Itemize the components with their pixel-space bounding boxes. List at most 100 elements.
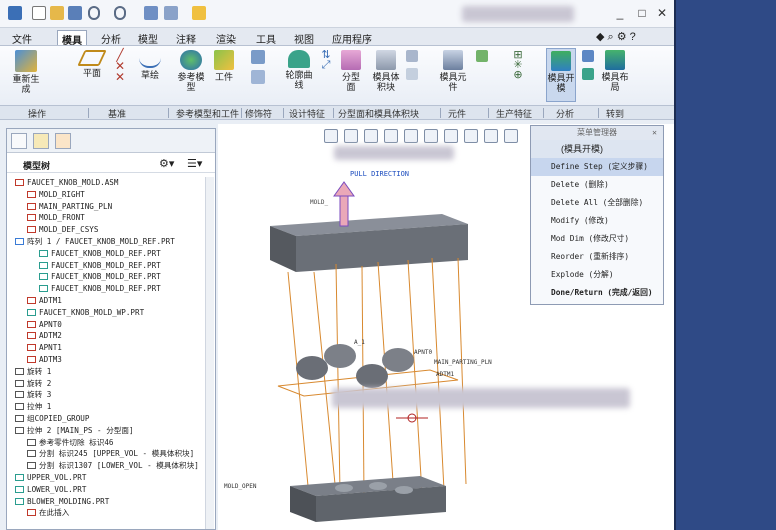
menu-item[interactable]: Explode (分解) (531, 266, 663, 284)
production-feature-tools[interactable]: ⊞ ✳ ⊕ (508, 50, 528, 81)
group-operations[interactable]: 操作 (28, 107, 46, 120)
menu-item[interactable]: Mod Dim (修改尺寸) (531, 230, 663, 248)
tab-applications[interactable]: 应用程序 (328, 30, 376, 46)
group-analysis[interactable]: 分析 (556, 107, 574, 120)
close-window-icon[interactable] (192, 6, 206, 20)
plane-button[interactable]: 平面 (77, 50, 107, 78)
analysis-tools[interactable] (580, 50, 596, 82)
menu-item[interactable]: Define Step (定义步骤) (531, 158, 663, 176)
maximize-icon[interactable]: □ (634, 6, 650, 20)
group-datum[interactable]: 基准 (108, 107, 126, 120)
axis-tools[interactable]: ╱ ✕ ✕ (112, 49, 128, 83)
tree-item-label: FAUCET_KNOB_MOLD_REF.PRT (51, 272, 161, 282)
tree-item-label: ADTM2 (39, 331, 62, 341)
tree-item[interactable]: 参考零件切除 标识46 (7, 437, 207, 449)
tree-item[interactable]: ADTM3 (7, 354, 207, 366)
redo-icon[interactable] (114, 6, 126, 20)
workpiece-button[interactable]: 工件 (210, 50, 238, 82)
tree-item-label: MOLD_FRONT (39, 213, 85, 223)
open-folder-icon[interactable] (50, 6, 64, 20)
tree-item[interactable]: UPPER_VOL.PRT (7, 472, 207, 484)
tree-item[interactable]: MOLD_RIGHT (7, 189, 207, 201)
tree-item[interactable]: 在此插入 (7, 507, 207, 519)
tree-item[interactable]: LOWER_VOL.PRT (7, 484, 207, 496)
tree-item[interactable]: 分割 标识245 [UPPER_VOL - 模具体积块] (7, 448, 207, 460)
tree-item[interactable]: FAUCET_KNOB_MOLD_REF.PRT (7, 248, 207, 260)
tree-item-icon (15, 497, 24, 505)
minimize-icon[interactable]: _ (612, 6, 628, 20)
tree-item[interactable]: 分割 标识1307 [LOWER_VOL - 模具体积块] (7, 460, 207, 472)
menu-item[interactable]: Modify (修改) (531, 212, 663, 230)
tree-item[interactable]: MOLD_DEF_CSYS (7, 224, 207, 236)
tree-item[interactable]: ADTM1 (7, 295, 207, 307)
tree-item[interactable]: FAUCET_KNOB_MOLD.ASM (7, 177, 207, 189)
group-components[interactable]: 元件 (448, 107, 466, 120)
undo-icon[interactable] (88, 6, 100, 20)
tree-item[interactable]: FAUCET_KNOB_MOLD_REF.PRT (7, 271, 207, 283)
tab-favorites[interactable] (55, 133, 71, 149)
tree-item[interactable]: APNT1 (7, 342, 207, 354)
parting-surface-button[interactable]: 分型面 (338, 50, 364, 92)
tree-item[interactable]: 旋转 1 (7, 366, 207, 378)
modifier-tools[interactable] (248, 50, 268, 86)
silhouette-curve-button[interactable]: 轮廓曲线 (284, 50, 314, 90)
tree-item[interactable]: FAUCET_KNOB_MOLD_REF.PRT (7, 283, 207, 295)
save-icon[interactable] (68, 6, 82, 20)
tree-item[interactable]: 组COPIED_GROUP (7, 413, 207, 425)
mold-component-button[interactable]: 模具元件 (436, 50, 470, 92)
tab-folder-browser[interactable] (33, 133, 49, 149)
tree-item[interactable]: 拉伸 2 [MAIN_PS - 分型面] (7, 425, 207, 437)
tree-item-label: FAUCET_KNOB_MOLD_REF.PRT (51, 260, 161, 270)
tree-item[interactable]: 拉伸 1 (7, 401, 207, 413)
title-bar: _ □ ✕ (0, 0, 674, 28)
tree-item-label: 组COPIED_GROUP (27, 413, 90, 423)
close-icon[interactable]: ✕ (654, 6, 670, 20)
tree-item[interactable]: MAIN_PARTING_PLN (7, 201, 207, 213)
tab-model[interactable]: 模型 (134, 30, 162, 46)
tree-item[interactable]: 旋转 2 (7, 378, 207, 390)
mold-layout-button[interactable]: 模具布局 (600, 50, 630, 92)
tab-model-tree[interactable] (11, 133, 27, 149)
tab-tools[interactable]: 工具 (252, 30, 280, 46)
sketch-button[interactable]: 草绘 (136, 50, 164, 80)
tree-item[interactable]: MOLD_FRONT (7, 212, 207, 224)
group-production[interactable]: 生产特征 (496, 107, 532, 120)
component-tools[interactable] (474, 50, 490, 64)
tree-item[interactable]: FAUCET_KNOB_MOLD_REF.PRT (7, 260, 207, 272)
tree-item[interactable]: 阵列 1 / FAUCET_KNOB_MOLD_REF.PRT (7, 236, 207, 248)
regenerate-button[interactable]: 重新生成 (10, 50, 42, 94)
menu-item[interactable]: Done/Return (完成/返回) (531, 284, 663, 302)
help-icons[interactable]: ◆ ⌕ ⚙ ? (596, 30, 636, 44)
tree-item-icon (27, 509, 36, 517)
tree-show-icon[interactable]: ☰▾ (187, 157, 202, 170)
menu-close-icon[interactable]: ✕ (652, 126, 657, 140)
regenerate-icon[interactable] (144, 6, 158, 20)
tree-item-icon (27, 355, 36, 363)
tab-file[interactable]: 文件 (8, 30, 36, 46)
tree-item[interactable]: APNT0 (7, 319, 207, 331)
group-design-features: 设计特征 (289, 109, 326, 119)
menu-item[interactable]: Delete All (全部删除) (531, 194, 663, 212)
tab-mold[interactable]: 模具 (57, 30, 87, 47)
tree-scrollbar[interactable] (205, 177, 214, 529)
volume-tools[interactable] (404, 50, 420, 82)
new-file-icon[interactable] (32, 6, 46, 20)
mold-volume-button[interactable]: 模具体积块 (370, 50, 402, 92)
tree-item[interactable]: ADTM2 (7, 330, 207, 342)
tree-item[interactable]: 旋转 3 (7, 389, 207, 401)
tab-analysis[interactable]: 分析 (97, 30, 125, 46)
group-parting[interactable]: 分型面和模具体积块 (338, 107, 419, 120)
menu-item[interactable]: Delete (删除) (531, 176, 663, 194)
windows-icon[interactable] (164, 6, 178, 20)
tab-annotate[interactable]: 注释 (172, 30, 200, 46)
tree-item[interactable]: FAUCET_KNOB_MOLD_WP.PRT (7, 307, 207, 319)
tab-view[interactable]: 视图 (290, 30, 318, 46)
mold-open-button[interactable]: 模具开模 (546, 48, 576, 102)
menu-item[interactable]: Reorder (重新排序) (531, 248, 663, 266)
tree-item-icon (27, 344, 36, 352)
tab-render[interactable]: 渲染 (212, 30, 240, 46)
design-feature-tools[interactable]: ⇅ ⤢ (318, 50, 334, 71)
tree-settings-icon[interactable]: ⚙▾ (159, 157, 174, 170)
reference-model-button[interactable]: 参考模型 (174, 50, 208, 92)
tree-item[interactable]: BLOWER_MOLDING.PRT (7, 496, 207, 508)
